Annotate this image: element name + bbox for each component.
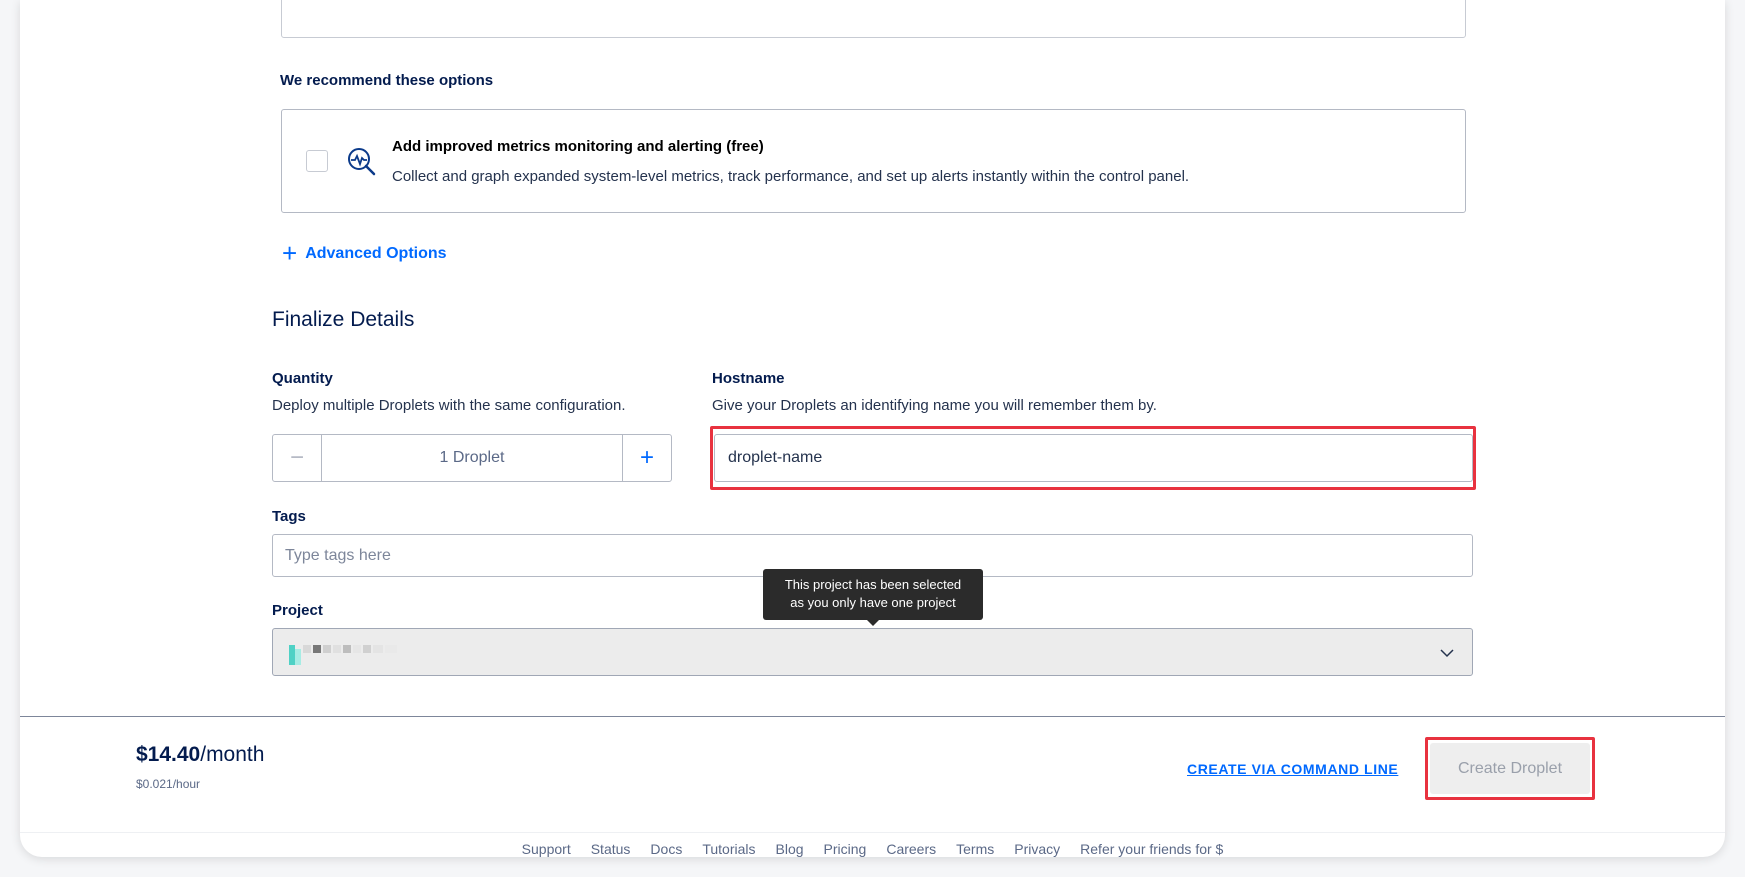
create-via-command-line-link[interactable]: CREATE VIA COMMAND LINE [1187,761,1398,777]
advanced-options-toggle[interactable]: + Advanced Options [282,238,447,268]
footer-link-docs[interactable]: Docs [650,841,682,857]
monitoring-option-title: Add improved metrics monitoring and aler… [392,138,764,155]
project-avatar-icon [289,645,397,665]
footer-link-support[interactable]: Support [522,841,571,857]
hourly-price: $0.021/hour [136,777,201,791]
quantity-label: Quantity [272,370,333,387]
quantity-value: 1 Droplet [439,449,505,466]
droplet-create-page: We recommend these options Add improved … [20,0,1725,857]
chevron-down-icon [1440,649,1454,658]
quantity-increment-button[interactable]: + [622,435,671,481]
project-tooltip: This project has been selected as you on… [763,569,983,626]
project-select[interactable] [272,628,1473,676]
finalize-details-title: Finalize Details [272,308,415,331]
footer-link-privacy[interactable]: Privacy [1014,841,1060,857]
price-amount: $14.40 [136,743,201,766]
create-footer-bar: $14.40/month $0.021/hour CREATE VIA COMM… [20,716,1725,832]
footer-link-careers[interactable]: Careers [886,841,936,857]
quantity-decrement-button[interactable]: − [273,435,322,481]
footer-link-referral[interactable]: Refer your friends for $ [1080,841,1223,857]
footer-link-terms[interactable]: Terms [956,841,994,857]
metrics-magnifier-icon [348,148,376,176]
footer-link-blog[interactable]: Blog [776,841,804,857]
hostname-input[interactable] [714,434,1473,482]
quantity-stepper: − 1 Droplet + [272,434,672,482]
tooltip-line-2: as you only have one project [790,595,956,610]
footer-links: Support Status Docs Tutorials Blog Prici… [20,832,1725,857]
project-label: Project [272,602,323,619]
hostname-description: Give your Droplets an identifying name y… [712,397,1157,414]
tooltip-line-1: This project has been selected [784,577,962,592]
advanced-options-label: Advanced Options [305,245,447,262]
price-period: /month [200,743,265,766]
footer-link-pricing[interactable]: Pricing [824,841,867,857]
quantity-description: Deploy multiple Droplets with the same c… [272,397,626,414]
hostname-label: Hostname [712,370,785,387]
recommend-label: We recommend these options [280,72,494,89]
create-droplet-button[interactable]: Create Droplet [1430,743,1590,794]
tags-label: Tags [272,508,306,525]
footer-link-tutorials[interactable]: Tutorials [702,841,755,857]
previous-section-box [281,0,1466,38]
footer-link-status[interactable]: Status [591,841,631,857]
monitoring-option-card[interactable]: Add improved metrics monitoring and aler… [281,109,1466,213]
monthly-price: $14.40/month [136,743,264,767]
monitoring-option-description: Collect and graph expanded system-level … [392,168,1190,185]
plus-icon: + [282,238,298,268]
monitoring-checkbox[interactable] [306,150,328,172]
